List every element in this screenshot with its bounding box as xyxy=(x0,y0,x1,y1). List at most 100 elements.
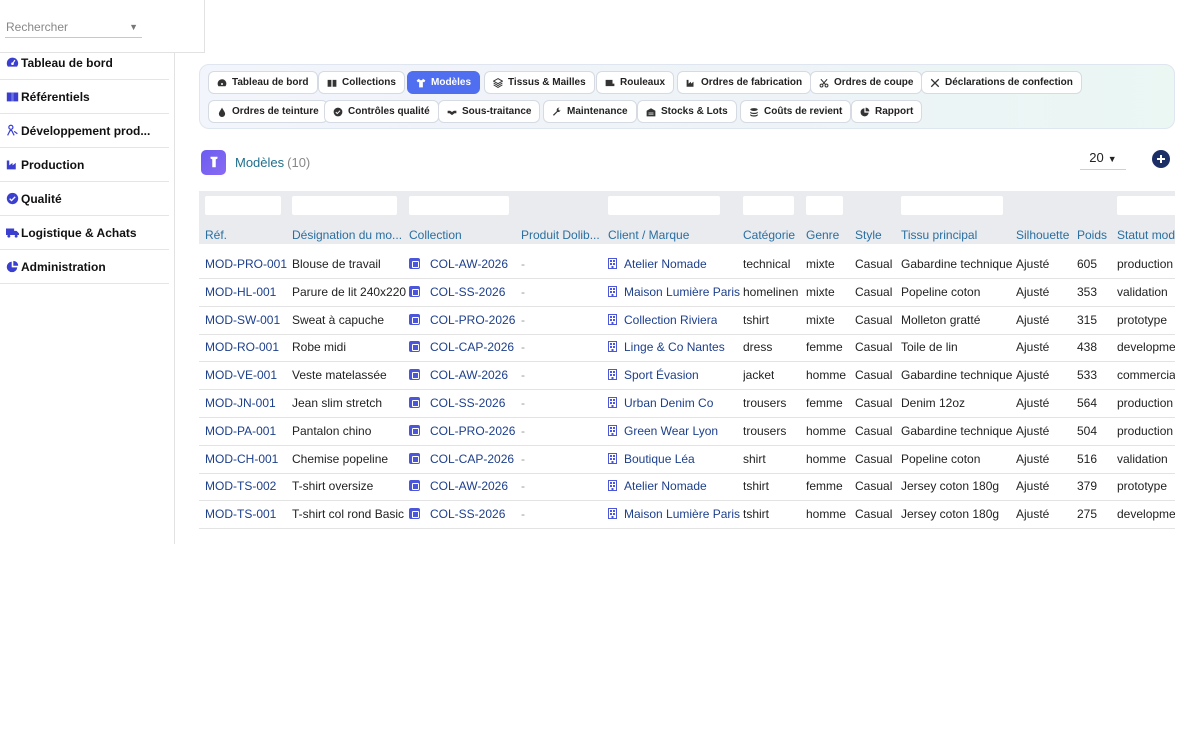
ref-link[interactable]: MOD-TS-001 xyxy=(205,501,276,528)
client-link[interactable]: Sport Évasion xyxy=(608,362,699,389)
ref-link[interactable]: MOD-TS-002 xyxy=(205,473,276,500)
collection-link[interactable]: COL-CAP-2026 xyxy=(409,446,514,473)
client-link[interactable]: Linge & Co Nantes xyxy=(608,334,725,361)
client-link[interactable]: Boutique Léa xyxy=(608,446,695,473)
collection-link[interactable]: COL-AW-2026 xyxy=(409,473,508,500)
cell-text: mixte xyxy=(806,284,835,299)
client-link[interactable]: Maison Lumière Paris xyxy=(608,501,740,528)
column-filter-input[interactable] xyxy=(806,196,843,215)
cell-text: homme xyxy=(806,507,847,522)
sidebar-item-logistique[interactable]: Logistique & Achats xyxy=(0,216,169,250)
ref-link[interactable]: MOD-PRO-001 xyxy=(205,251,287,278)
client-link[interactable]: Collection Riviera xyxy=(608,307,717,334)
add-record-button[interactable] xyxy=(1152,150,1170,168)
ref-link[interactable]: MOD-PA-001 xyxy=(205,418,276,445)
cell-text: 379 xyxy=(1077,479,1098,494)
table-row[interactable]: MOD-VE-001 Veste matelassée COL-AW-2026- Sp… xyxy=(199,362,1175,391)
client-link[interactable]: Atelier Nomade xyxy=(608,251,707,278)
client-link[interactable]: Urban Denim Co xyxy=(608,390,713,417)
ref-link[interactable]: MOD-HL-001 xyxy=(205,279,276,306)
column-filter-input[interactable] xyxy=(409,196,509,215)
column-filter-input[interactable] xyxy=(1117,196,1175,215)
table-row[interactable]: MOD-TS-001 T-shirt col rond Basic COL-SS-2… xyxy=(199,501,1175,529)
tab-rapport[interactable]: Rapport xyxy=(851,100,923,123)
sidebar-item-qualite[interactable]: Qualité xyxy=(0,182,169,216)
tab-sous-traitance[interactable]: Sous-traitance xyxy=(438,100,541,123)
table-cell: 379 xyxy=(1077,473,1097,500)
sidebar-item-administration[interactable]: Administration xyxy=(0,250,169,284)
factory-icon xyxy=(5,158,19,172)
client-link[interactable]: Atelier Nomade xyxy=(608,473,707,500)
column-filter-input[interactable] xyxy=(205,196,281,215)
table-row[interactable]: MOD-HL-001 Parure de lit 240x220 COL-SS-20… xyxy=(199,279,1175,307)
column-header[interactable]: Catégorie xyxy=(743,228,795,242)
module-tabs: Tableau de bord Collections Modèles Tiss… xyxy=(199,64,1175,129)
table-row[interactable]: MOD-CH-001 Chemise popeline COL-CAP-2026- B… xyxy=(199,446,1175,474)
column-filter-input[interactable] xyxy=(901,196,1003,215)
cell-text: Ajusté xyxy=(1016,368,1050,383)
cell-text: T-shirt oversize xyxy=(292,479,374,494)
column-header[interactable]: Poids xyxy=(1077,228,1107,242)
table-row[interactable]: MOD-TS-002 T-shirt oversize COL-AW-2026- At… xyxy=(199,473,1175,502)
column-header[interactable]: Produit Dolib... xyxy=(521,228,600,242)
tab-ordres-fabrication[interactable]: Ordres de fabrication xyxy=(677,71,812,94)
collection-link[interactable]: COL-CAP-2026 xyxy=(409,334,514,361)
column-header[interactable]: Collection xyxy=(409,228,462,242)
tab-tissus-mailles[interactable]: Tissus & Mailles xyxy=(484,71,595,94)
collection-link[interactable]: COL-AW-2026 xyxy=(409,362,508,389)
column-header[interactable]: Silhouette xyxy=(1016,228,1069,242)
table-cell: Toile de lin xyxy=(901,334,958,361)
tab-declarations-confection[interactable]: Déclarations de confection xyxy=(921,71,1082,94)
table-row[interactable]: MOD-PA-001 Pantalon chino COL-PRO-2026- Gre… xyxy=(199,418,1175,446)
collection-link[interactable]: COL-PRO-2026 xyxy=(409,418,515,445)
client-link[interactable]: Green Wear Lyon xyxy=(608,418,718,445)
tab-controles-qualite[interactable]: Contrôles qualité xyxy=(324,100,439,123)
tab-stocks-lots[interactable]: Stocks & Lots xyxy=(637,100,737,123)
tab-ordres-coupe[interactable]: Ordres de coupe xyxy=(810,71,923,94)
table-cell: femme xyxy=(806,473,843,500)
sidebar-item-referentiels[interactable]: Référentiels xyxy=(0,80,169,114)
column-header[interactable]: Client / Marque xyxy=(608,228,689,242)
tab-tableau-de-bord[interactable]: Tableau de bord xyxy=(208,71,318,94)
column-filter-input[interactable] xyxy=(292,196,397,215)
collection-link[interactable]: COL-SS-2026 xyxy=(409,501,505,528)
column-header[interactable]: Genre xyxy=(806,228,839,242)
table-cell: production xyxy=(1117,390,1173,417)
tab-modeles[interactable]: Modèles xyxy=(407,71,481,94)
sidebar-item-production[interactable]: Production xyxy=(0,148,169,182)
column-header[interactable]: Réf. xyxy=(205,228,227,242)
table-row[interactable]: MOD-JN-001 Jean slim stretch COL-SS-2026 - U… xyxy=(199,390,1175,418)
tab-rouleaux[interactable]: Rouleaux xyxy=(596,71,675,94)
ref-link[interactable]: MOD-VE-001 xyxy=(205,362,277,389)
collection-link[interactable]: COL-PRO-2026 xyxy=(409,307,515,334)
tab-maintenance[interactable]: Maintenance xyxy=(543,100,637,123)
cell-text: Maison Lumière Paris xyxy=(624,507,741,522)
client-link[interactable]: Maison Lumière Paris xyxy=(608,279,740,306)
collection-link[interactable]: COL-SS-2026 xyxy=(409,279,505,306)
ref-link[interactable]: MOD-JN-001 xyxy=(205,390,276,417)
ref-link[interactable]: MOD-RO-001 xyxy=(205,334,279,361)
search-input[interactable]: Rechercher ▼ xyxy=(5,16,142,38)
table-row[interactable]: MOD-SW-001 Sweat à capuche COL-PRO-2026- Co… xyxy=(199,307,1175,335)
per-page-select[interactable]: 20 ▼ xyxy=(1080,148,1126,170)
tab-couts-revient[interactable]: Coûts de revient xyxy=(740,100,852,123)
column-filter-input[interactable] xyxy=(608,196,720,215)
ref-link[interactable]: MOD-CH-001 xyxy=(205,446,278,473)
table-row[interactable]: MOD-PRO-001 Blouse de travail COL-AW-2026-… xyxy=(199,251,1175,279)
collection-link[interactable]: COL-SS-2026 xyxy=(409,390,505,417)
cell-text: 533 xyxy=(1077,368,1098,383)
tab-ordres-teinture[interactable]: Ordres de teinture xyxy=(208,100,328,123)
column-header[interactable]: Désignation du mo... xyxy=(292,228,402,242)
column-header[interactable]: Tissu principal xyxy=(901,228,977,242)
sidebar-item-developpement[interactable]: Développement prod... xyxy=(0,114,169,148)
table-row[interactable]: MOD-RO-001 Robe midi COL-CAP-2026- Linge & … xyxy=(199,334,1175,363)
table-cell: Popeline coton xyxy=(901,279,980,306)
collection-link[interactable]: COL-AW-2026 xyxy=(409,251,508,278)
table-cell: Casual xyxy=(855,418,892,445)
column-header[interactable]: Statut modè xyxy=(1117,228,1175,242)
column-filter-input[interactable] xyxy=(743,196,794,215)
column-header[interactable]: Style xyxy=(855,228,882,242)
caret-down-icon[interactable]: ▼ xyxy=(129,16,138,38)
tab-collections[interactable]: Collections xyxy=(318,71,405,94)
ref-link[interactable]: MOD-SW-001 xyxy=(205,307,280,334)
